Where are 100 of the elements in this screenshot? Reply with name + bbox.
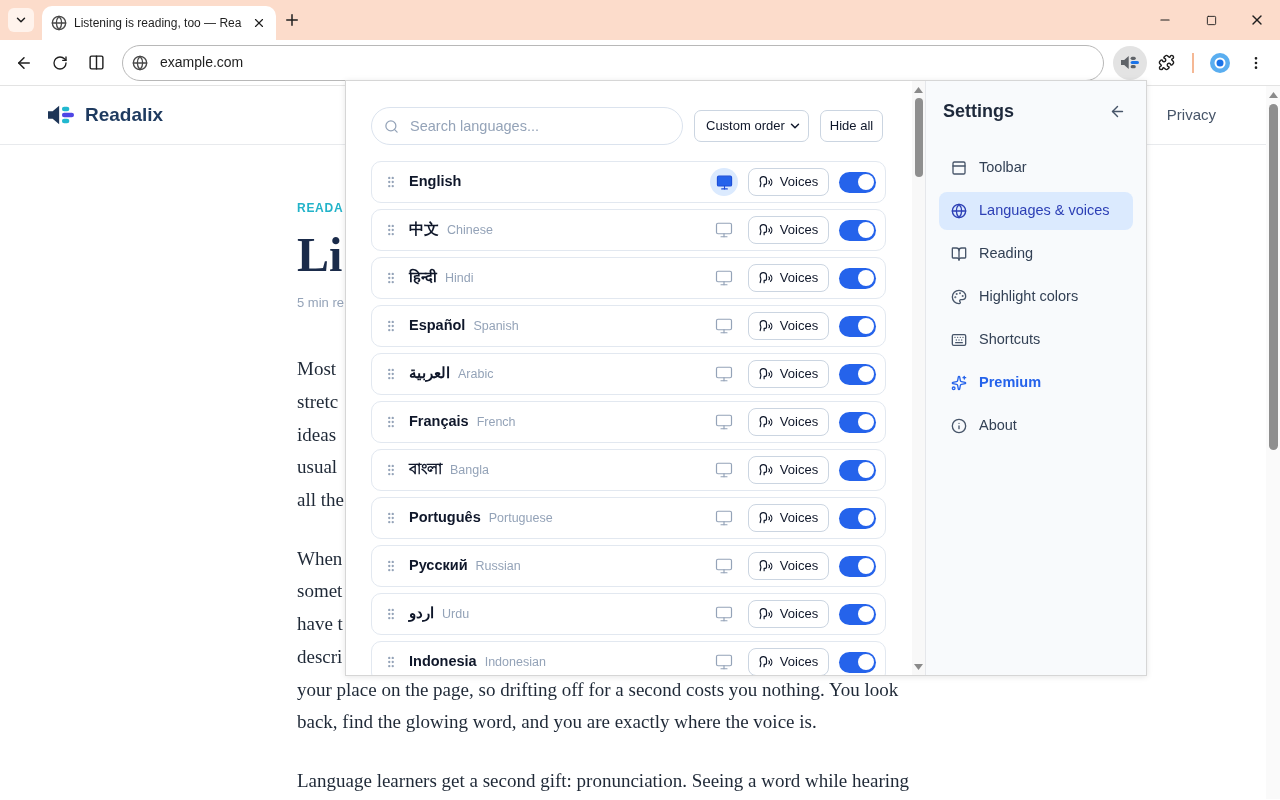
speech-icon (758, 415, 773, 429)
list-scrollbar[interactable] (912, 81, 925, 675)
settings-nav-item[interactable]: Premium (939, 364, 1133, 402)
language-name: Español (409, 316, 466, 336)
paragraph-line: have t (297, 613, 343, 636)
monitor-icon[interactable] (710, 168, 738, 196)
search-icon (384, 118, 399, 134)
toggle-switch[interactable] (839, 219, 876, 241)
toggle-switch[interactable] (839, 507, 876, 529)
globe-icon (951, 203, 967, 219)
voices-button[interactable]: Voices (748, 552, 829, 580)
speaker-logo-icon (48, 104, 74, 126)
scrollbar-thumb[interactable] (914, 98, 923, 177)
close-tab-icon[interactable] (252, 16, 266, 30)
voices-button[interactable]: Voices (748, 168, 829, 196)
article-kicker: READA (297, 200, 344, 216)
settings-nav-item[interactable]: Shortcuts (939, 321, 1133, 359)
scroll-up-arrow-icon[interactable] (1268, 92, 1278, 98)
speaker-logo-icon (1121, 55, 1139, 70)
voices-button[interactable]: Voices (748, 312, 829, 340)
toggle-switch[interactable] (839, 315, 876, 337)
puzzle-icon (1157, 54, 1175, 71)
toggle-switch[interactable] (839, 363, 876, 385)
language-english-name: Urdu (442, 605, 470, 623)
toggle-switch[interactable] (839, 651, 876, 673)
scrollbar-thumb[interactable] (1268, 104, 1278, 450)
language-english-name: Chinese (447, 221, 493, 239)
paragraph-line: stretc (297, 391, 339, 414)
toggle-switch[interactable] (839, 603, 876, 625)
paragraph-line: somet (297, 580, 343, 603)
browser-tab[interactable]: Listening is reading, too — Rea (42, 6, 276, 40)
language-english-name: Spanish (473, 317, 519, 335)
search-field[interactable]: Search languages... (371, 107, 683, 145)
toggle-switch[interactable] (839, 267, 876, 289)
toggle-switch[interactable] (839, 171, 876, 193)
hide-all-button[interactable]: Hide all (820, 110, 883, 142)
palette-icon (951, 289, 967, 305)
speech-icon (758, 607, 773, 621)
voices-button[interactable]: Voices (748, 408, 829, 436)
sparkle-icon (951, 375, 967, 391)
article-title: Li (297, 227, 343, 283)
language-name: বাংলা (409, 460, 442, 480)
toggle-switch[interactable] (839, 411, 876, 433)
plus-icon (283, 11, 301, 29)
sort-select[interactable]: Custom order (694, 110, 809, 142)
language-name: Français (409, 412, 469, 432)
voices-button[interactable]: Voices (748, 360, 829, 388)
tab-list-button[interactable] (8, 8, 34, 32)
scroll-down-arrow-icon[interactable] (914, 664, 923, 670)
voices-button[interactable]: Voices (748, 456, 829, 484)
page-scrollbar[interactable] (1266, 86, 1280, 799)
paragraph-line: all the (297, 489, 344, 512)
panel-icon (951, 160, 967, 176)
voices-button[interactable]: Voices (748, 504, 829, 532)
toggle-switch[interactable] (839, 459, 876, 481)
book-icon (951, 246, 967, 262)
settings-nav-item[interactable]: Toolbar (939, 149, 1133, 187)
voices-button[interactable]: Voices (748, 648, 829, 675)
paragraph-line: When (297, 547, 343, 570)
settings-nav-item[interactable]: Languages & voices (939, 192, 1133, 230)
language-name: اردو (409, 604, 434, 624)
maximize-icon (1205, 14, 1217, 26)
site-logo-text: Readalix (85, 102, 164, 127)
settings-nav-item[interactable]: Highlight colors (939, 278, 1133, 316)
language-name: Indonesia (409, 652, 477, 672)
split-view-icon (87, 54, 105, 71)
avatar-icon (1210, 52, 1230, 73)
language-name: Русский (409, 556, 468, 576)
speech-icon (758, 655, 773, 669)
paragraph-line: usual (297, 456, 338, 479)
language-english-name: Hindi (445, 269, 474, 287)
language-name: 中文 (409, 220, 439, 240)
info-icon (951, 418, 967, 434)
language-english-name: Arabic (458, 365, 494, 383)
language-name: हिन्दी (409, 267, 437, 288)
address-bar[interactable]: example.com (122, 44, 1104, 81)
globe-icon (132, 54, 148, 71)
speech-icon (758, 463, 773, 477)
speech-icon (758, 319, 773, 333)
voices-button[interactable]: Voices (748, 600, 829, 628)
nav-link[interactable]: Privacy (1166, 103, 1216, 127)
globe-icon (51, 15, 67, 31)
paragraph-line: Most (297, 358, 337, 381)
voices-button[interactable]: Voices (748, 216, 829, 244)
scroll-up-arrow-icon[interactable] (914, 87, 923, 93)
speech-icon (758, 175, 773, 189)
settings-nav-item[interactable]: Reading (939, 235, 1133, 273)
settings-nav-item[interactable]: About (939, 407, 1133, 445)
article-meta: 5 min re (297, 294, 344, 312)
paragraph-line: back, find the glowing word, and you are exactly where the voice is. (297, 711, 817, 734)
settings-title: Settings (943, 99, 1014, 123)
voices-button[interactable]: Voices (748, 264, 829, 292)
language-english-name: Indonesian (484, 653, 546, 671)
speech-icon (758, 271, 773, 285)
extension-button[interactable] (1113, 45, 1147, 80)
speech-icon (758, 511, 773, 525)
keyboard-icon (951, 332, 967, 348)
language-english-name: French (476, 413, 516, 431)
toggle-switch[interactable] (839, 555, 876, 577)
tab-title: Listening is reading, too — Rea (74, 15, 242, 32)
